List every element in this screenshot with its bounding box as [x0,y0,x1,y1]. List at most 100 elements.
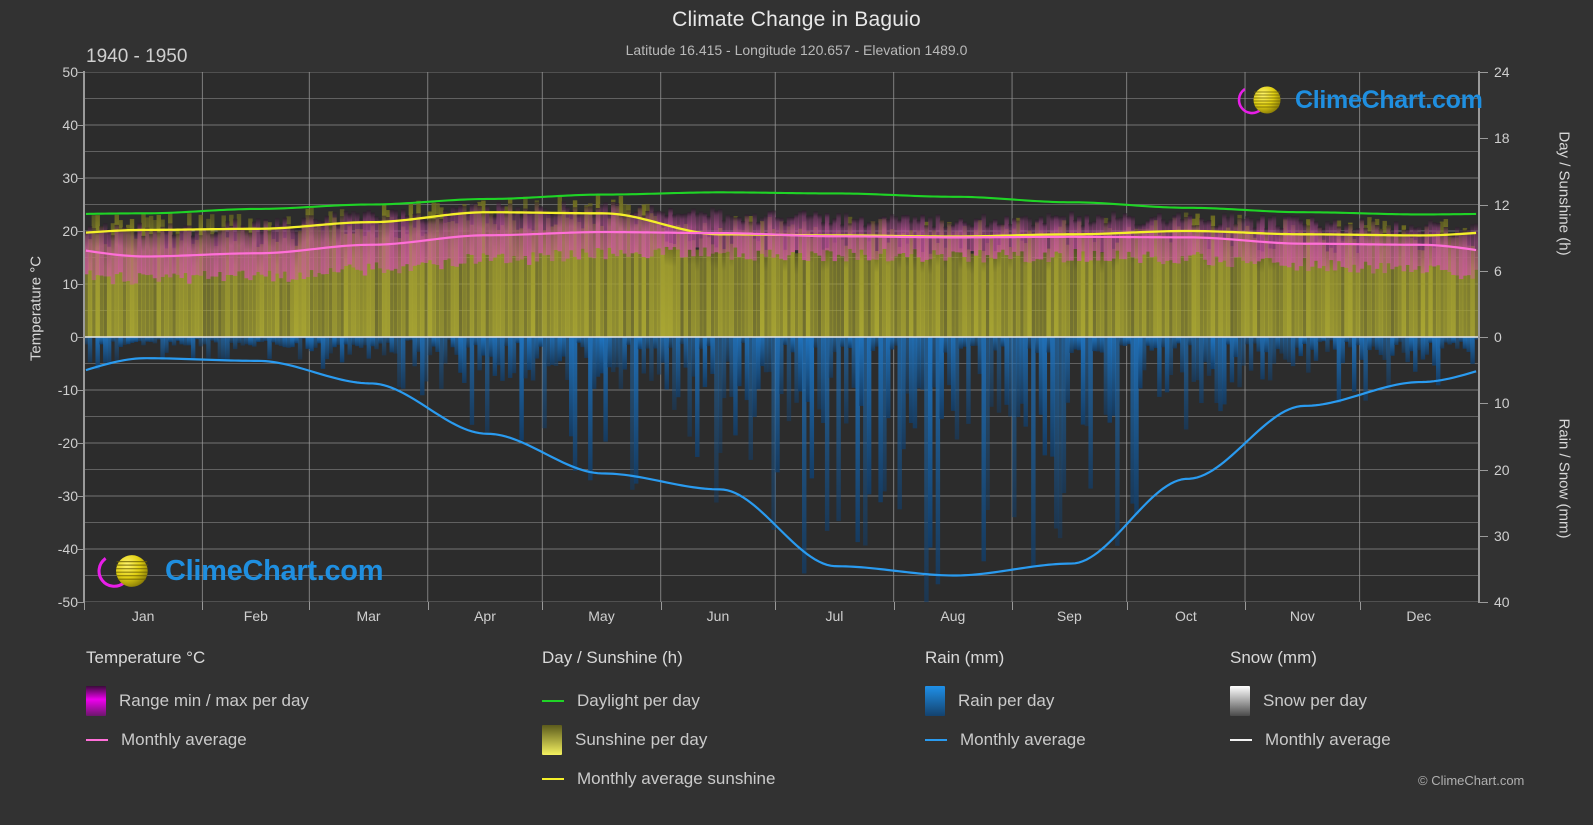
location-subtitle: Latitude 16.415 - Longitude 120.657 - El… [625,42,968,58]
left-axis-tick-mark [76,284,84,285]
right-axis-tick-label-hours: 18 [1494,130,1510,147]
period-label: 1940 - 1950 [86,46,188,67]
right-axis-tick-mark [1480,403,1488,405]
legend-swatch-icon [1230,685,1250,716]
legend-item-label: Monthly average [121,729,247,749]
legend-item-label: Snow per day [1263,690,1367,710]
x-axis-tick-mark [84,602,85,610]
legend-item-label: Daylight per day [577,690,700,710]
x-axis-tick-mark [309,602,311,610]
page-title: Climate Change in Baguio [672,8,921,31]
right-axis-title-bottom: Rain / Snow (mm) [1555,418,1573,539]
legend-swatch-icon [86,685,106,716]
x-axis-tick-mark [893,602,895,610]
right-axis-tick-label-hours: 24 [1494,64,1510,80]
left-axis-tick-mark [76,72,84,73]
legend-item[interactable]: Sunshine per day [542,720,775,759]
left-axis-title: Temperature °C [27,255,45,362]
chart-canvas [84,72,1478,602]
legend-line-icon [925,738,947,741]
x-axis-tick-label-may: May [588,608,615,624]
right-axis-tick-mark [1480,270,1488,272]
legend-item[interactable]: Monthly average [86,720,309,759]
legend-swatch-icon [542,724,562,755]
x-axis-tick-mark [775,602,777,610]
right-axis-tick-mark [1480,469,1488,471]
legend-group-temperature: Temperature °C Range min / max per day Mon… [86,648,309,759]
x-axis-tick-label-dec: Dec [1406,608,1432,624]
watermark-text: ClimeChart.com [1295,85,1483,114]
left-axis-tick-mark [76,602,84,603]
legend-item-label: Monthly average sunshine [577,768,776,788]
x-axis-tick-mark [542,602,544,610]
left-axis-tick-mark [76,178,84,179]
right-axis-tick-label-mm: 40 [1494,594,1510,610]
legend-item[interactable]: Range min / max per day [86,681,309,720]
legend-item[interactable]: Monthly average [925,720,1086,759]
right-axis-tick-label-hours: 0 [1494,329,1502,345]
copyright-text: © ClimeChart.com [1418,773,1525,788]
left-axis-tick-mark [76,549,84,550]
legend-item-label: Sunshine per day [575,729,708,749]
x-axis-tick-label-jul: Jul [825,608,844,624]
x-axis-tick-label-feb: Feb [243,608,268,624]
x-axis-tick-label-apr: Apr [474,608,496,624]
x-axis-tick-label-sep: Sep [1056,608,1082,624]
x-axis-tick-mark [1359,602,1361,610]
legend-item-label: Monthly average [1265,729,1391,749]
right-axis-tick-mark [1480,72,1488,73]
x-axis-tick-label-mar: Mar [356,608,381,624]
left-axis-tick-mark [76,496,84,497]
left-axis-tick-mark [76,443,84,444]
right-axis-tick-label-hours: 12 [1494,196,1510,213]
legend-group-rain: Rain (mm) Rain per day Monthly average [925,648,1086,759]
watermark-logo-top: ClimeChart.com [1233,80,1483,120]
legend-group-title: Day / Sunshine (h) [542,648,683,667]
left-axis-tick-label: -20 [57,435,78,451]
legend-item[interactable]: Rain per day [925,681,1086,720]
legend-group-title: Rain (mm) [925,648,1005,667]
right-axis-tick-label-mm: 30 [1494,527,1510,544]
legend-group-day-sunshine: Day / Sunshine (h) Daylight per day Sunshi… [542,648,775,798]
right-axis-tick-label-mm: 20 [1494,461,1510,478]
x-axis-tick-label-jun: Jun [706,608,730,624]
legend-swatch-icon [925,685,945,716]
x-axis-tick-label-aug: Aug [940,608,966,624]
legend-group-title: Snow (mm) [1230,648,1317,667]
x-axis-tick-label-oct: Oct [1174,608,1197,624]
legend-item-label: Range min / max per day [119,690,309,710]
right-axis-tick-mark [1480,138,1488,140]
climechart-logo-icon [97,554,148,588]
x-axis-tick-label-nov: Nov [1289,608,1315,624]
x-axis-tick-mark [1012,602,1014,610]
left-axis-tick-label: -50 [57,594,78,610]
right-axis-tick-mark [1480,535,1488,537]
legend-item[interactable]: Monthly average [1230,720,1391,759]
legend-item[interactable]: Daylight per day [542,681,775,720]
legend-line-icon [1230,738,1252,741]
legend-line-icon [86,738,108,741]
climate-chart-plot [84,72,1478,602]
daylight-per-day-line [85,191,1477,216]
legend-item-label: Rain per day [958,690,1055,710]
left-axis-tick-mark [76,125,84,126]
left-axis-tick-label: -10 [57,382,78,398]
left-axis-tick-mark [76,231,84,232]
right-axis-title-top: Day / Sunshine (h) [1555,131,1573,256]
x-axis-tick-mark [1245,602,1247,610]
legend-group-snow: Snow (mm) Snow per day Monthly average [1230,648,1391,759]
chart-legend: Temperature °C Range min / max per day Mon… [0,648,1593,825]
x-axis-tick-mark [202,602,204,610]
right-axis-tick-label-hours: 6 [1494,262,1502,279]
right-axis-tick-mark [1480,337,1488,338]
legend-line-icon [542,699,564,702]
climechart-logo-icon [1237,85,1281,115]
legend-item[interactable]: Snow per day [1230,681,1391,720]
right-axis-tick-label-mm: 10 [1494,395,1510,412]
watermark-text: ClimeChart.com [165,554,384,587]
x-axis-tick-mark [427,602,429,610]
watermark-logo-bottom: ClimeChart.com [92,547,383,595]
x-axis-tick-mark [660,602,662,610]
legend-item[interactable]: Monthly average sunshine [542,759,775,798]
left-axis-tick-mark [76,390,84,391]
